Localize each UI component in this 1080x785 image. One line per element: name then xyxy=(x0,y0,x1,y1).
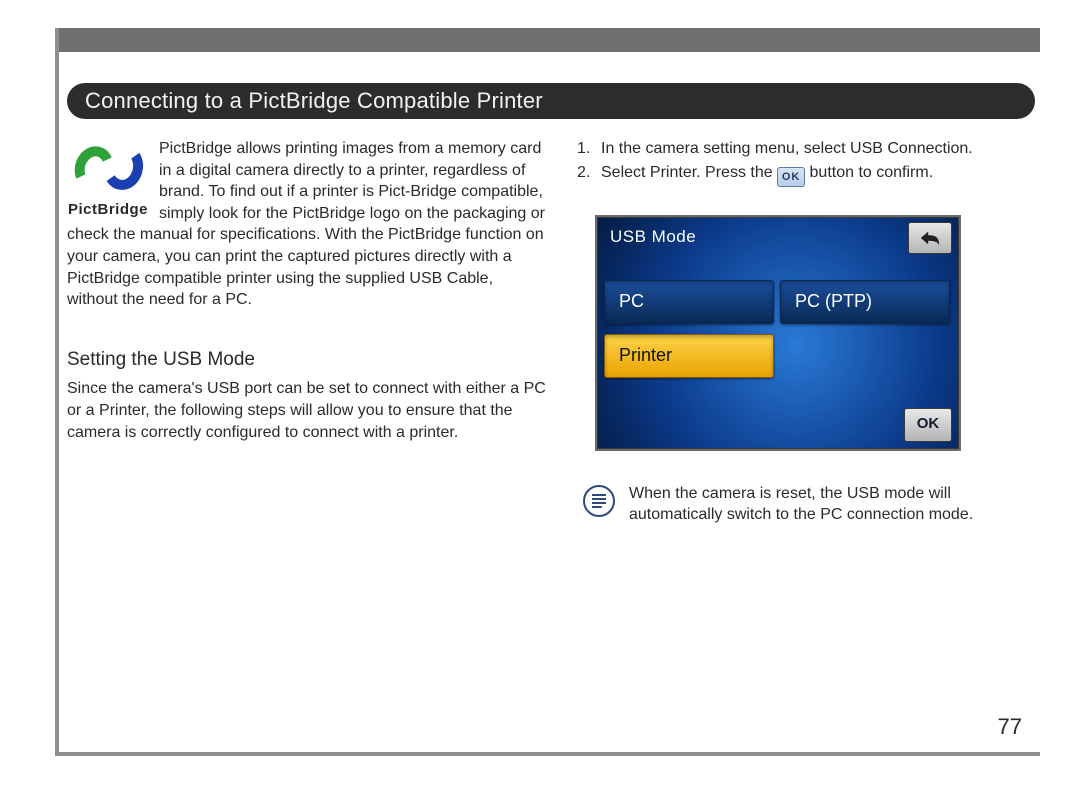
right-column: 1. In the camera setting menu, select US… xyxy=(577,138,1035,526)
usb-mode-option-pc-ptp[interactable]: PC (PTP) xyxy=(780,280,950,324)
page-top-bar xyxy=(59,28,1040,52)
back-button[interactable] xyxy=(908,222,952,254)
camera-lcd-screenshot: USB Mode PC PC (PTP) Printer OK xyxy=(597,217,959,449)
step-2-text: Select Printer. Press the OK button to c… xyxy=(601,162,933,187)
content-area: PictBridge PictBridge allows printing im… xyxy=(67,138,1035,526)
usb-mode-option-pc[interactable]: PC xyxy=(604,280,774,324)
intro-block: PictBridge PictBridge allows printing im… xyxy=(67,138,547,319)
ok-button[interactable]: OK xyxy=(904,408,952,442)
step-2-text-a: Select Printer. Press the xyxy=(601,164,777,181)
left-column: PictBridge PictBridge allows printing im… xyxy=(67,138,547,526)
note-text: When the camera is reset, the USB mode w… xyxy=(629,483,1035,526)
lcd-header: USB Mode xyxy=(598,218,958,258)
note-row: When the camera is reset, the USB mode w… xyxy=(577,483,1035,526)
page-number: 77 xyxy=(998,714,1022,740)
step-1-text: In the camera setting menu, select USB C… xyxy=(601,138,973,160)
back-arrow-icon xyxy=(919,229,941,247)
usb-mode-paragraph: Since the camera's USB port can be set t… xyxy=(67,378,547,443)
lcd-title: USB Mode xyxy=(610,226,696,249)
pictbridge-logo-icon xyxy=(67,140,149,198)
step-2: 2. Select Printer. Press the OK button t… xyxy=(577,162,1035,187)
subheading-usb-mode: Setting the USB Mode xyxy=(67,347,547,373)
pictbridge-logo-label: PictBridge xyxy=(67,200,149,220)
steps-list: 1. In the camera setting menu, select US… xyxy=(577,138,1035,187)
usb-mode-option-printer[interactable]: Printer xyxy=(604,334,774,378)
step-2-number: 2. xyxy=(577,162,595,187)
note-icon xyxy=(583,485,615,517)
section-heading: Connecting to a PictBridge Compatible Pr… xyxy=(67,83,1035,119)
step-1-number: 1. xyxy=(577,138,595,160)
step-1: 1. In the camera setting menu, select US… xyxy=(577,138,1035,160)
pictbridge-logo: PictBridge xyxy=(67,140,149,220)
page-frame: Connecting to a PictBridge Compatible Pr… xyxy=(55,28,1040,756)
ok-button-icon: OK xyxy=(777,167,805,187)
step-2-text-b: button to confirm. xyxy=(805,164,933,181)
